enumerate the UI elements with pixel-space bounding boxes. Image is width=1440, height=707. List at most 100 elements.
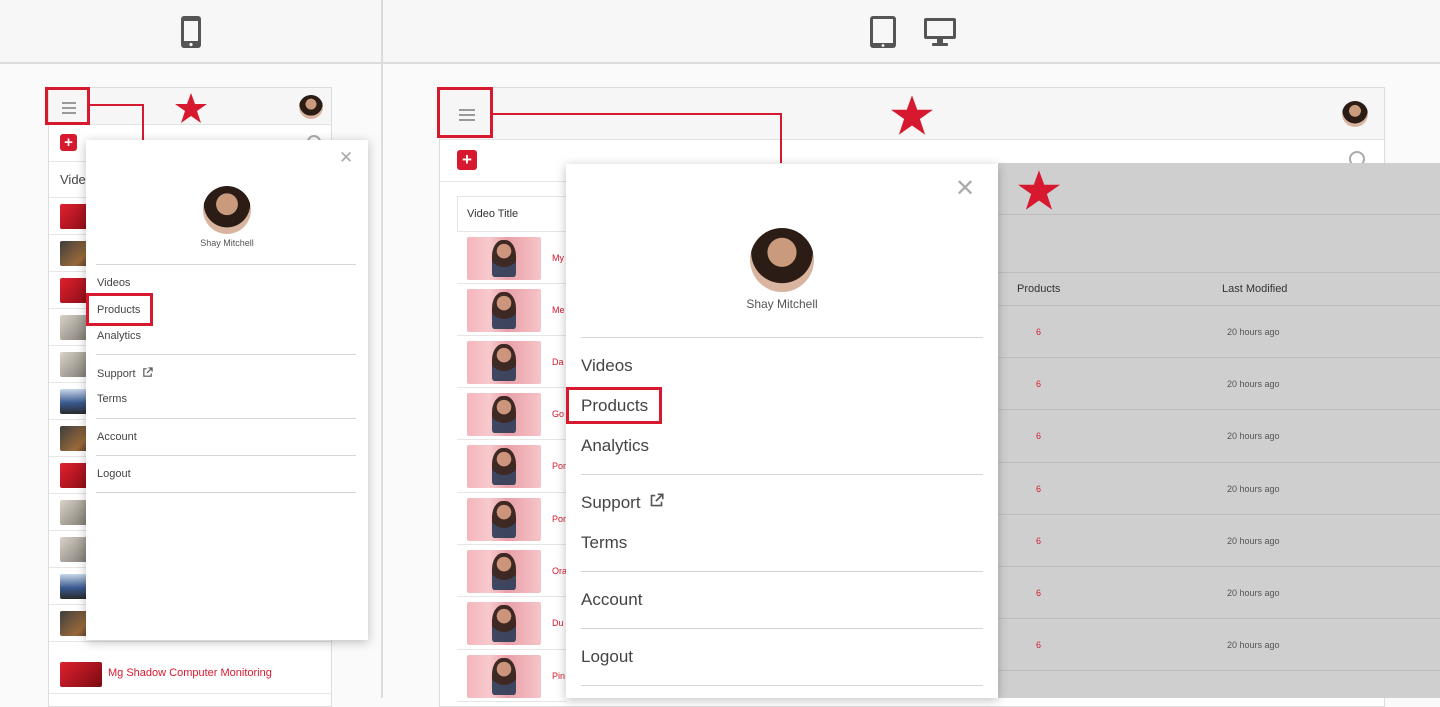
- desktop-dimmed-panel: Products Last Modified 6 20 hours ago 6 20…: [998, 163, 1440, 698]
- products-count: 6: [1036, 536, 1042, 546]
- add-video-button[interactable]: +: [60, 134, 77, 151]
- menu-item-videos[interactable]: Videos: [581, 356, 633, 376]
- menu-divider: [581, 571, 983, 572]
- video-title-link[interactable]: Por: [552, 461, 566, 471]
- menu-divider: [96, 264, 356, 265]
- avatar: [750, 228, 814, 292]
- desktop-header: [998, 163, 1440, 215]
- avatar[interactable]: [1342, 101, 1368, 127]
- video-thumbnail: [467, 341, 541, 384]
- close-icon[interactable]: ✕: [955, 174, 975, 203]
- hamburger-highlight: [45, 87, 90, 125]
- menu-item-support[interactable]: Support: [581, 493, 664, 513]
- menu-divider: [581, 474, 983, 475]
- table-row[interactable]: Da: [457, 336, 567, 388]
- table-row[interactable]: 6 20 hours ago: [998, 619, 1440, 671]
- star-logo-icon[interactable]: [891, 95, 933, 140]
- products-count: 6: [1036, 640, 1042, 650]
- table-row[interactable]: 6 20 hours ago: [998, 306, 1440, 358]
- products-count: 6: [1036, 431, 1042, 441]
- smartphone-icon[interactable]: [179, 15, 203, 49]
- table-row[interactable]: Por: [457, 440, 567, 493]
- table-row[interactable]: Pin: [457, 650, 567, 702]
- menu-item-analytics[interactable]: Analytics: [581, 436, 649, 456]
- table-row[interactable]: Por: [457, 493, 567, 545]
- table-row[interactable]: 6 20 hours ago: [998, 463, 1440, 515]
- table-header-row: Products Last Modified: [998, 272, 1440, 306]
- table-row[interactable]: My: [457, 232, 567, 284]
- table-row[interactable]: 6 20 hours ago: [998, 515, 1440, 567]
- video-title-link[interactable]: My: [552, 253, 564, 263]
- callout-connector: [142, 104, 144, 140]
- menu-item-terms[interactable]: Terms: [581, 533, 627, 553]
- menu-item-analytics[interactable]: Analytics: [97, 330, 141, 342]
- table-header-row: Video Title: [457, 196, 567, 232]
- products-highlight: [566, 387, 662, 424]
- products-highlight: [86, 293, 153, 326]
- products-count: 6: [1036, 484, 1042, 494]
- callout-connector: [780, 113, 782, 163]
- menu-item-videos[interactable]: Videos: [97, 277, 130, 289]
- add-video-button[interactable]: +: [457, 150, 477, 170]
- video-thumbnail: [467, 289, 541, 332]
- video-thumbnail: [467, 655, 541, 698]
- star-logo-icon[interactable]: [175, 93, 207, 128]
- column-header-last-modified: Last Modified: [1222, 283, 1288, 295]
- menu-item-terms[interactable]: Terms: [97, 393, 127, 405]
- table-row[interactable]: Du: [457, 597, 567, 650]
- close-icon[interactable]: ✕: [339, 148, 353, 168]
- avatar: [203, 186, 251, 234]
- table-row[interactable]: Me: [457, 284, 567, 336]
- video-title-link[interactable]: Da: [552, 357, 564, 367]
- menu-divider: [581, 337, 983, 338]
- video-thumbnail: [467, 393, 541, 436]
- last-modified: 20 hours ago: [1227, 588, 1280, 598]
- user-name: Shay Mitchell: [746, 297, 818, 311]
- video-thumbnail: [60, 662, 102, 687]
- menu-item-account[interactable]: Account: [97, 431, 137, 443]
- menu-divider: [96, 354, 356, 355]
- video-thumbnail: [467, 445, 541, 488]
- desktop-icon[interactable]: [923, 17, 957, 47]
- device-selector-bar: [0, 0, 1440, 64]
- column-header-video-title: Video Title: [467, 208, 519, 220]
- menu-item-logout[interactable]: Logout: [97, 468, 131, 480]
- hamburger-highlight: [437, 87, 493, 138]
- table-row[interactable]: 6 20 hours ago: [998, 358, 1440, 410]
- table-row[interactable]: Mg Shadow Computer Monitoring: [49, 656, 331, 694]
- last-modified: 20 hours ago: [1227, 431, 1280, 441]
- panel-divider: [381, 0, 383, 698]
- video-title-link[interactable]: Ora: [552, 566, 567, 576]
- tablet-icon[interactable]: [869, 15, 897, 49]
- table-row[interactable]: 6 20 hours ago: [998, 567, 1440, 619]
- video-title-link[interactable]: Go: [552, 409, 564, 419]
- menu-divider: [581, 628, 983, 629]
- table-row[interactable]: 6 20 hours ago: [998, 410, 1440, 463]
- external-link-icon: [142, 367, 153, 377]
- video-thumbnail: [467, 550, 541, 593]
- menu-item-logout[interactable]: Logout: [581, 647, 633, 667]
- video-title-link[interactable]: Du: [552, 618, 564, 628]
- video-thumbnail: [467, 602, 541, 645]
- video-title-link[interactable]: Pin: [552, 671, 565, 681]
- menu-item-support-label: Support: [97, 368, 136, 380]
- mobile-nav-drawer: ✕ Shay Mitchell Videos Products Analytic…: [86, 140, 368, 640]
- callout-connector: [493, 113, 782, 115]
- last-modified: 20 hours ago: [1227, 379, 1280, 389]
- menu-item-account[interactable]: Account: [581, 590, 642, 610]
- video-title-link[interactable]: Me: [552, 305, 565, 315]
- table-row[interactable]: Go: [457, 388, 567, 440]
- external-link-icon: [650, 493, 664, 507]
- callout-connector: [90, 104, 144, 106]
- last-modified: 20 hours ago: [1227, 484, 1280, 494]
- video-thumbnail: [467, 237, 541, 280]
- products-count: 6: [1036, 327, 1042, 337]
- video-title-link[interactable]: Mg Shadow Computer Monitoring: [108, 667, 272, 679]
- menu-item-support[interactable]: Support: [97, 367, 153, 380]
- video-thumbnail: [467, 498, 541, 541]
- last-modified: 20 hours ago: [1227, 536, 1280, 546]
- avatar[interactable]: [299, 95, 323, 119]
- video-title-link[interactable]: Por: [552, 514, 566, 524]
- products-count: 6: [1036, 588, 1042, 598]
- table-row[interactable]: Ora: [457, 545, 567, 597]
